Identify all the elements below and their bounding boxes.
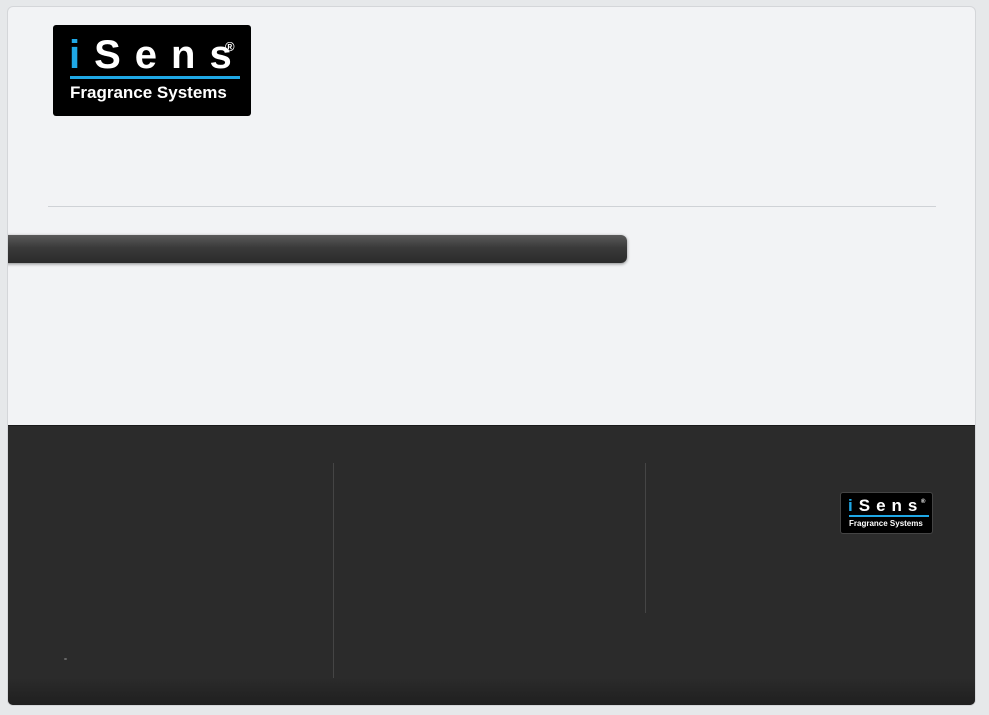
logo-underline xyxy=(70,76,240,79)
footer-isens-logo[interactable]: iSens ® Fragrance Systems xyxy=(840,492,933,534)
registered-mark: ® xyxy=(225,39,235,54)
footer-logo-underline xyxy=(849,515,929,517)
navigation-bar[interactable] xyxy=(8,235,627,263)
logo-tagline: Fragrance Systems xyxy=(70,83,227,102)
footer-registered-mark: ® xyxy=(921,499,926,505)
page-container: iSens ® Fragrance Systems iSens ® Fragra… xyxy=(7,6,976,706)
footer-logo-wordmark: iSens xyxy=(848,496,924,515)
footer-mark xyxy=(64,658,67,660)
header-divider xyxy=(48,206,936,207)
footer-shadow xyxy=(8,678,975,705)
footer-column-divider xyxy=(333,463,334,678)
footer: iSens ® Fragrance Systems xyxy=(8,425,975,705)
footer-logo-tagline: Fragrance Systems xyxy=(849,519,923,528)
logo-wordmark: iSens xyxy=(69,33,246,77)
isens-logo[interactable]: iSens ® Fragrance Systems xyxy=(53,25,251,116)
footer-column-divider xyxy=(645,463,646,613)
